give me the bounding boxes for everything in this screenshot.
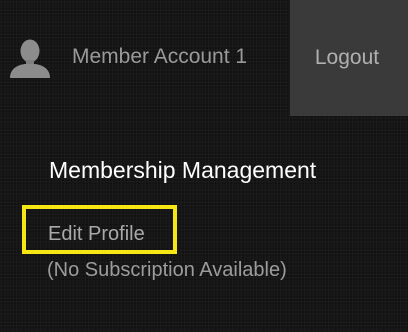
account-name[interactable]: Member Account 1 <box>72 44 247 70</box>
top-bar: Member Account 1 Logout <box>0 0 408 116</box>
member-account-menu[interactable]: Member Account 1 <box>0 0 290 116</box>
user-avatar-icon <box>10 39 50 78</box>
edit-profile-link[interactable]: Edit Profile <box>48 222 145 247</box>
logout-label: Logout <box>314 46 380 69</box>
subscription-status: (No Subscription Available) <box>47 259 287 281</box>
section-title: Membership Management <box>49 157 317 183</box>
logout-button[interactable]: Logout <box>290 0 408 116</box>
